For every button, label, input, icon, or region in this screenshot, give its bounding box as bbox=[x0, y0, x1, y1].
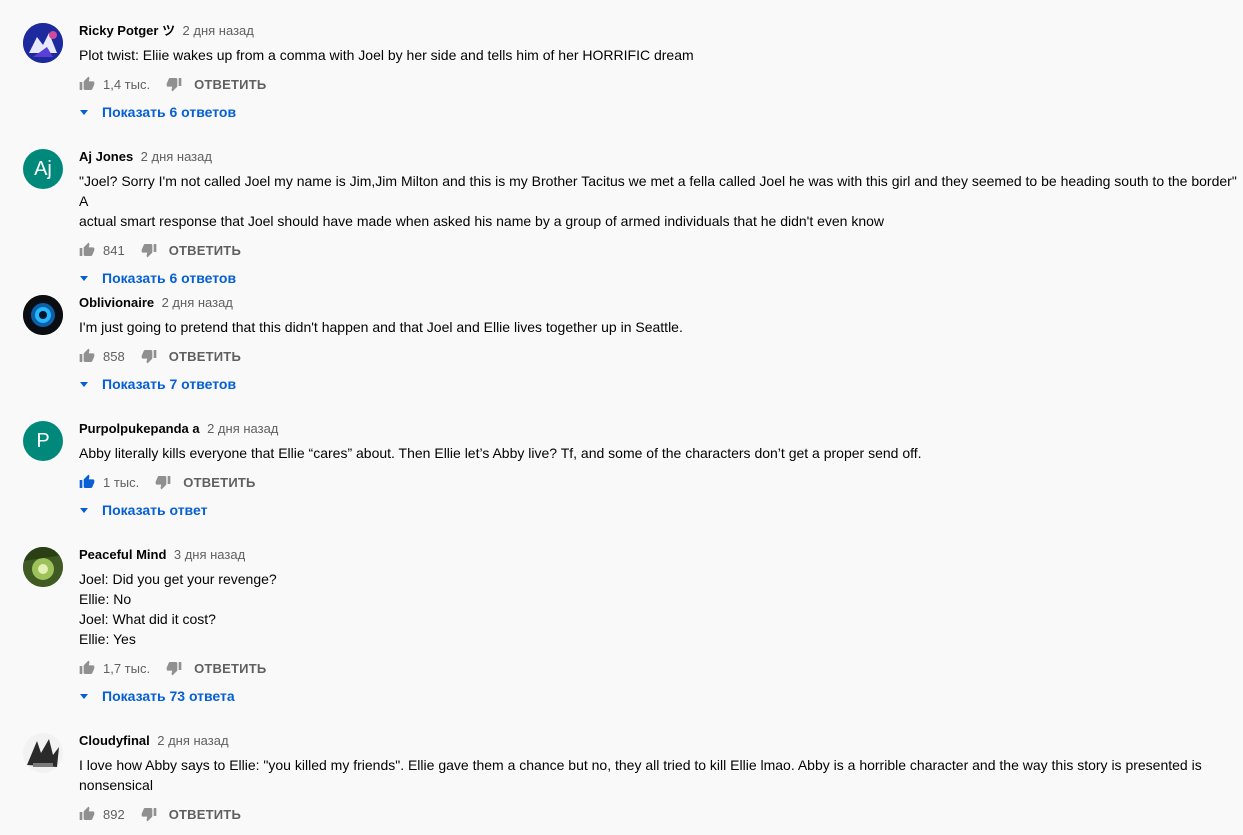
avatar-image-icon bbox=[23, 547, 63, 587]
like-count: 858 bbox=[103, 348, 125, 364]
comment-header: Ricky Potger ツ 2 дня назад bbox=[79, 23, 1243, 39]
comment-text: Abby literally kills everyone that Ellie… bbox=[79, 445, 922, 461]
chevron-down-icon bbox=[80, 109, 88, 115]
comment-text: Plot twist: Eliie wakes up from a comma … bbox=[79, 47, 694, 63]
dislike-icon[interactable] bbox=[141, 806, 157, 822]
comment-actions: 892 ОТВЕТИТЬ bbox=[79, 800, 1243, 828]
comment-body: Cloudyfinal 2 дня назад I love how Abby … bbox=[79, 733, 1243, 828]
like-icon[interactable] bbox=[79, 806, 95, 822]
comment-time[interactable]: 2 дня назад bbox=[183, 23, 254, 38]
comment-text: I love how Abby says to Ellie: "you kill… bbox=[79, 757, 1202, 793]
reply-button[interactable]: ОТВЕТИТЬ bbox=[169, 807, 241, 822]
chevron-down-icon bbox=[80, 275, 88, 281]
chevron-down-icon bbox=[80, 693, 88, 699]
dislike-icon[interactable] bbox=[155, 474, 171, 490]
comment-time[interactable]: 2 дня назад bbox=[157, 733, 228, 748]
author-name[interactable]: Purpolpukepanda a bbox=[79, 421, 200, 436]
avatar-letter: P bbox=[36, 429, 50, 452]
comment-header: Aj Jones 2 дня назад bbox=[79, 149, 1243, 165]
avatar[interactable] bbox=[23, 23, 63, 63]
like-icon[interactable] bbox=[79, 348, 95, 364]
comment-text: Joel: Did you get your revenge? Ellie: N… bbox=[79, 571, 277, 647]
author-name[interactable]: Cloudyfinal bbox=[79, 733, 150, 748]
comment-time[interactable]: 2 дня назад bbox=[141, 149, 212, 164]
comment-actions: 841 ОТВЕТИТЬ bbox=[79, 236, 1243, 264]
comment-actions: 858 ОТВЕТИТЬ bbox=[79, 342, 1243, 370]
author-name[interactable]: Peaceful Mind bbox=[79, 547, 166, 562]
comment-body: Oblivionaire 2 дня назад I'm just going … bbox=[79, 295, 1243, 398]
author-name[interactable]: Oblivionaire bbox=[79, 295, 154, 310]
reply-button[interactable]: ОТВЕТИТЬ bbox=[169, 243, 241, 258]
comment-time[interactable]: 3 дня назад bbox=[174, 547, 245, 562]
show-replies-button[interactable]: Показать 6 ответов bbox=[79, 264, 1243, 292]
like-icon[interactable] bbox=[79, 660, 95, 676]
like-count: 1 тыс. bbox=[103, 474, 140, 490]
comment-header: Oblivionaire 2 дня назад bbox=[79, 295, 1243, 311]
avatar[interactable] bbox=[23, 295, 63, 335]
author-name[interactable]: Aj Jones bbox=[79, 149, 133, 164]
comment-actions: 1,4 тыс. ОТВЕТИТЬ bbox=[79, 70, 1243, 98]
avatar[interactable] bbox=[23, 733, 63, 773]
show-replies-label: Показать 73 ответа bbox=[102, 688, 235, 704]
like-count: 841 bbox=[103, 242, 125, 258]
chevron-down-icon bbox=[80, 381, 88, 387]
like-count: 892 bbox=[103, 806, 125, 822]
avatar[interactable]: Aj bbox=[23, 149, 63, 189]
comment-header: Cloudyfinal 2 дня назад bbox=[79, 733, 1243, 749]
show-replies-label: Показать 6 ответов bbox=[102, 104, 237, 120]
show-replies-button[interactable]: Показать 6 ответов bbox=[79, 98, 1243, 126]
reply-button[interactable]: ОТВЕТИТЬ bbox=[194, 661, 266, 676]
comment-header: Peaceful Mind 3 дня назад bbox=[79, 547, 1243, 563]
show-replies-label: Показать ответ bbox=[102, 502, 208, 518]
show-replies-label: Показать 6 ответов bbox=[102, 270, 237, 286]
comment-text: I'm just going to pretend that this didn… bbox=[79, 319, 683, 335]
comment-body: Ricky Potger ツ 2 дня назад Plot twist: E… bbox=[79, 23, 1243, 126]
like-icon[interactable] bbox=[79, 242, 95, 258]
chevron-down-icon bbox=[80, 507, 88, 513]
like-icon[interactable] bbox=[79, 76, 95, 92]
reply-button[interactable]: ОТВЕТИТЬ bbox=[169, 349, 241, 364]
comment-time[interactable]: 2 дня назад bbox=[207, 421, 278, 436]
show-replies-button[interactable]: Показать ответ bbox=[79, 496, 1243, 524]
dislike-icon[interactable] bbox=[141, 242, 157, 258]
reply-button[interactable]: ОТВЕТИТЬ bbox=[183, 475, 255, 490]
show-replies-button[interactable]: Показать 73 ответа bbox=[79, 682, 1243, 710]
like-count: 1,4 тыс. bbox=[103, 76, 151, 92]
avatar-image-icon bbox=[23, 295, 63, 335]
comment-time[interactable]: 2 дня назад bbox=[162, 295, 233, 310]
comment-actions: 1 тыс. ОТВЕТИТЬ bbox=[79, 468, 1243, 496]
show-replies-label: Показать 7 ответов bbox=[102, 376, 237, 392]
dislike-icon[interactable] bbox=[166, 76, 182, 92]
author-name[interactable]: Ricky Potger ツ bbox=[79, 23, 175, 38]
like-count: 1,7 тыс. bbox=[103, 660, 151, 676]
dislike-icon[interactable] bbox=[141, 348, 157, 364]
avatar[interactable] bbox=[23, 547, 63, 587]
comment-actions: 1,7 тыс. ОТВЕТИТЬ bbox=[79, 654, 1243, 682]
comment-body: Purpolpukepanda a 2 дня назад Abby liter… bbox=[79, 421, 1243, 524]
avatar-letter: Aj bbox=[34, 157, 52, 180]
avatar-image-icon bbox=[23, 23, 63, 63]
comment-header: Purpolpukepanda a 2 дня назад bbox=[79, 421, 1243, 437]
avatar-image-icon bbox=[23, 733, 63, 773]
comment-body: Aj Jones 2 дня назад "Joel? Sorry I'm no… bbox=[79, 149, 1243, 292]
show-replies-button[interactable]: Показать 7 ответов bbox=[79, 370, 1243, 398]
comment-body: Peaceful Mind 3 дня назад Joel: Did you … bbox=[79, 547, 1243, 710]
avatar[interactable]: P bbox=[23, 421, 63, 461]
reply-button[interactable]: ОТВЕТИТЬ bbox=[194, 77, 266, 92]
comment-text: "Joel? Sorry I'm not called Joel my name… bbox=[79, 173, 1237, 229]
like-icon[interactable] bbox=[79, 474, 95, 490]
dislike-icon[interactable] bbox=[166, 660, 182, 676]
